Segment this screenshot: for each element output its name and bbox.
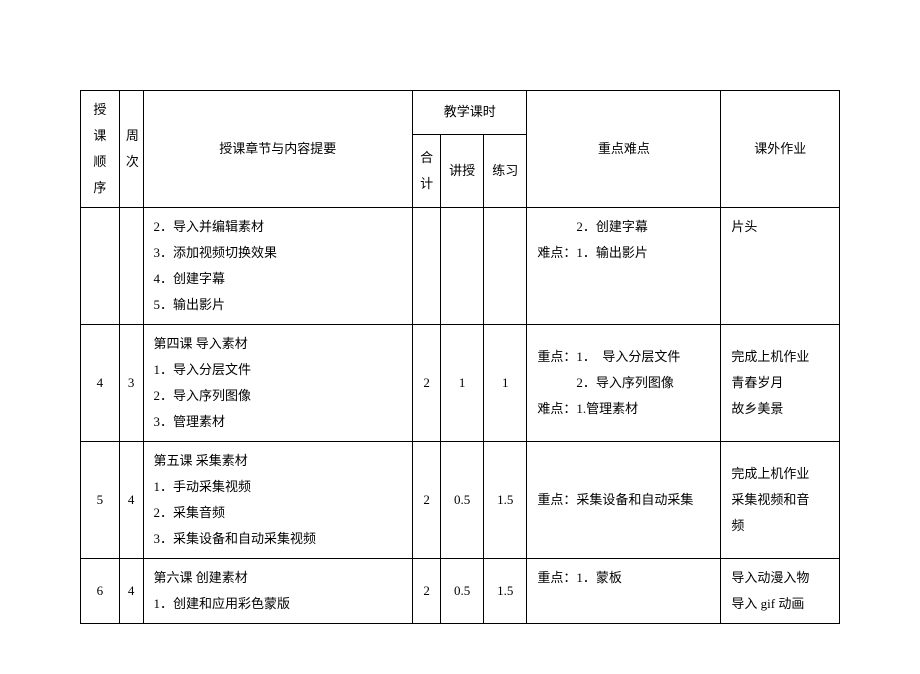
cell-practice: 1.5 <box>484 442 527 559</box>
cell-practice: 1 <box>484 325 527 442</box>
cell-lecture: 0.5 <box>441 559 484 624</box>
cell-keypoints: 重点：1． 导入分层文件 2．导入序列图像难点：1.管理素材 <box>527 325 721 442</box>
course-schedule-table: 授课 顺序 周 次 授课章节与内容提要 教学课时 重点难点 课外作业 合 计 讲… <box>80 90 840 624</box>
text-line: 片头 <box>731 214 835 240</box>
text-line: 5．输出影片 <box>154 292 409 318</box>
text-line: 2．导入并编辑素材 <box>154 214 409 240</box>
cell-total: 2 <box>413 559 441 624</box>
text-line: 4．创建字幕 <box>154 266 409 292</box>
cell-week <box>119 208 143 325</box>
text-line: 2．创建字幕 <box>537 214 716 240</box>
cell-week: 4 <box>119 559 143 624</box>
cell-lecture <box>441 208 484 325</box>
text-line: 重点：采集设备和自动采集 <box>537 487 716 513</box>
cell-seq: 5 <box>81 442 120 559</box>
text-line: 采集视频和音 <box>731 487 835 513</box>
cell-homework: 完成上机作业采集视频和音频 <box>721 442 840 559</box>
text-line: 导入动漫入物 <box>731 565 835 591</box>
text-line: 2．导入序列图像 <box>154 383 409 409</box>
header-keypoints: 重点难点 <box>527 91 721 208</box>
cell-lecture: 1 <box>441 325 484 442</box>
text-line: 重点：1． 导入分层文件 <box>537 344 716 370</box>
table-header-row-1: 授课 顺序 周 次 授课章节与内容提要 教学课时 重点难点 课外作业 <box>81 91 840 135</box>
table-row: 54 第五课 采集素材1．手动采集视频2．采集音频3．采集设备和自动采集视频20… <box>81 442 840 559</box>
cell-practice: 1.5 <box>484 559 527 624</box>
text-line: 1．导入分层文件 <box>154 357 409 383</box>
cell-practice <box>484 208 527 325</box>
text-line: 3．管理素材 <box>154 409 409 435</box>
text-line: 1．手动采集视频 <box>154 474 409 500</box>
header-week: 周 次 <box>119 91 143 208</box>
cell-total: 2 <box>413 442 441 559</box>
text-line: 青春岁月 <box>731 370 835 396</box>
text-line: 重点：1．蒙板 <box>537 565 716 591</box>
text-line: 完成上机作业 <box>731 344 835 370</box>
cell-seq: 4 <box>81 325 120 442</box>
cell-week: 3 <box>119 325 143 442</box>
header-total: 合 计 <box>413 134 441 207</box>
header-seq: 授课 顺序 <box>81 91 120 208</box>
text-line: 故乡美景 <box>731 396 835 422</box>
text-line: 难点：1．输出影片 <box>537 240 716 266</box>
text-line: 2．导入序列图像 <box>537 370 716 396</box>
cell-total <box>413 208 441 325</box>
table-body: 2．导入并编辑素材3．添加视频切换效果4．创建字幕5．输出影片 2．创建字幕难点… <box>81 208 840 624</box>
table-row: 43第四课 导入素材1．导入分层文件2．导入序列图像3．管理素材211重点：1．… <box>81 325 840 442</box>
cell-chapter: 第四课 导入素材1．导入分层文件2．导入序列图像3．管理素材 <box>143 325 413 442</box>
cell-chapter: 第五课 采集素材1．手动采集视频2．采集音频3．采集设备和自动采集视频 <box>143 442 413 559</box>
cell-keypoints: 2．创建字幕难点：1．输出影片 <box>527 208 721 325</box>
cell-homework: 导入动漫入物导入 gif 动画 <box>721 559 840 624</box>
text-line: 难点：1.管理素材 <box>537 396 716 422</box>
cell-keypoints: 重点：采集设备和自动采集 <box>527 442 721 559</box>
cell-total: 2 <box>413 325 441 442</box>
cell-seq: 6 <box>81 559 120 624</box>
text-line: 频 <box>731 513 835 539</box>
header-practice: 练习 <box>484 134 527 207</box>
cell-seq <box>81 208 120 325</box>
header-lecture: 讲授 <box>441 134 484 207</box>
text-line: 第五课 采集素材 <box>154 448 409 474</box>
text-line: 3．采集设备和自动采集视频 <box>154 526 409 552</box>
text-line: 2．采集音频 <box>154 500 409 526</box>
header-hours-group: 教学课时 <box>413 91 527 135</box>
cell-chapter: 第六课 创建素材1．创建和应用彩色蒙版 <box>143 559 413 624</box>
cell-homework: 片头 <box>721 208 840 325</box>
header-chapter: 授课章节与内容提要 <box>143 91 413 208</box>
cell-lecture: 0.5 <box>441 442 484 559</box>
table-row: 64第六课 创建素材1．创建和应用彩色蒙版20.51.5重点：1．蒙板导入动漫入… <box>81 559 840 624</box>
text-line: 第四课 导入素材 <box>154 331 409 357</box>
text-line: 完成上机作业 <box>731 461 835 487</box>
text-line: 1．创建和应用彩色蒙版 <box>154 591 409 617</box>
table-row: 2．导入并编辑素材3．添加视频切换效果4．创建字幕5．输出影片 2．创建字幕难点… <box>81 208 840 325</box>
cell-homework: 完成上机作业青春岁月故乡美景 <box>721 325 840 442</box>
text-line: 第六课 创建素材 <box>154 565 409 591</box>
cell-keypoints: 重点：1．蒙板 <box>527 559 721 624</box>
cell-chapter: 2．导入并编辑素材3．添加视频切换效果4．创建字幕5．输出影片 <box>143 208 413 325</box>
cell-week: 4 <box>119 442 143 559</box>
text-line: 3．添加视频切换效果 <box>154 240 409 266</box>
header-homework: 课外作业 <box>721 91 840 208</box>
text-line: 导入 gif 动画 <box>731 591 835 617</box>
